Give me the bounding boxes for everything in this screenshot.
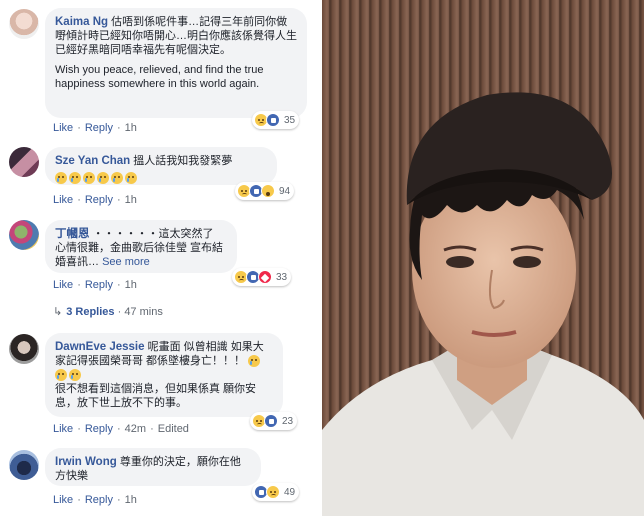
comment-time[interactable]: 42m bbox=[125, 423, 146, 435]
crying-emoji-icon bbox=[125, 171, 137, 184]
like-reaction-icon bbox=[264, 414, 278, 428]
like-button[interactable]: Like bbox=[53, 423, 73, 435]
avatar[interactable] bbox=[9, 147, 39, 177]
comment-actions: Like · Reply · 1h bbox=[53, 279, 137, 291]
crying-emoji-icon bbox=[248, 355, 261, 368]
reaction-summary[interactable]: 23 bbox=[250, 412, 298, 430]
like-button[interactable]: Like bbox=[53, 122, 73, 134]
like-reaction-icon bbox=[266, 113, 280, 127]
replies-link[interactable]: 3 Replies bbox=[66, 306, 114, 318]
reaction-count: 35 bbox=[284, 114, 296, 126]
reply-button[interactable]: Reply bbox=[85, 494, 113, 506]
see-more-link[interactable]: See more bbox=[102, 256, 150, 268]
comment-text-en: Wish you peace, relieved, and find the t… bbox=[55, 64, 264, 90]
replies-time: 47 mins bbox=[124, 306, 163, 318]
comment-actions: Like · Reply · 1h bbox=[53, 494, 137, 506]
reaction-summary[interactable]: 35 bbox=[252, 111, 300, 129]
crying-emoji-row bbox=[55, 169, 267, 187]
crying-emoji-icon bbox=[55, 171, 67, 184]
sad-reaction-icon bbox=[266, 485, 280, 499]
reaction-count: 23 bbox=[282, 415, 294, 427]
comment-list: Kaima Ng 估唔到係呢件事…記得三年前同你做嘢傾計時已經知你唔開心…明白你… bbox=[0, 0, 320, 516]
reply-button[interactable]: Reply bbox=[85, 423, 113, 435]
comment-time[interactable]: 1h bbox=[125, 279, 137, 291]
portrait-illustration bbox=[322, 0, 644, 516]
comment-text: 搵人話我知我發緊夢 bbox=[133, 155, 233, 167]
comment-bubble: Kaima Ng 估唔到係呢件事…記得三年前同你做嘢傾計時已經知你唔開心…明白你… bbox=[45, 8, 307, 118]
avatar[interactable] bbox=[9, 334, 39, 364]
comment-bubble: Sze Yan Chan 搵人話我知我發緊夢 bbox=[45, 147, 277, 185]
crying-emoji-icon bbox=[97, 171, 109, 184]
comment-time[interactable]: 1h bbox=[125, 194, 137, 206]
edited-label[interactable]: Edited bbox=[158, 423, 189, 435]
comment-bubble: DawnEve Jessie 呢畫面 似曾相識 如果大家記得張國榮哥哥 都係墜樓… bbox=[45, 333, 283, 417]
avatar[interactable] bbox=[9, 220, 39, 250]
comment-author[interactable]: 丁幗恩 bbox=[55, 228, 90, 240]
comment-time[interactable]: 1h bbox=[125, 122, 137, 134]
avatar[interactable] bbox=[9, 450, 39, 480]
like-button[interactable]: Like bbox=[53, 279, 73, 291]
comment-author[interactable]: Kaima Ng bbox=[55, 16, 108, 28]
comment-actions: Like · Reply · 42m · Edited bbox=[53, 423, 189, 435]
crying-emoji-icon bbox=[69, 171, 81, 184]
crying-emoji-icon bbox=[83, 171, 95, 184]
comment-bubble: 丁幗恩 ・・・・・・這太突然了 心情很難，金曲歌后徐佳瑩 宣布結婚喜訊… See… bbox=[45, 220, 237, 273]
comment-text-2: 很不想看到這個消息，但如果係真 願你安息，放下世上放不下的事。 bbox=[55, 383, 257, 409]
comment-author[interactable]: Irwin Wong bbox=[55, 456, 117, 468]
like-button[interactable]: Like bbox=[53, 194, 73, 206]
reply-arrow-icon: ↳ bbox=[53, 306, 63, 318]
crying-emoji-icon bbox=[69, 369, 81, 382]
view-replies[interactable]: ↳ 3 Replies · 47 mins bbox=[53, 305, 163, 318]
crying-emoji-icon bbox=[111, 171, 123, 184]
comment-bubble: Irwin Wong 尊重你的決定，願你在他方快樂 bbox=[45, 448, 261, 486]
wow-reaction-icon bbox=[261, 184, 275, 198]
reply-button[interactable]: Reply bbox=[85, 122, 113, 134]
comment-author[interactable]: DawnEve Jessie bbox=[55, 341, 145, 353]
portrait-photo bbox=[322, 0, 644, 516]
comment-actions: Like · Reply · 1h bbox=[53, 194, 137, 206]
reaction-count: 49 bbox=[284, 486, 296, 498]
comment-author[interactable]: Sze Yan Chan bbox=[55, 155, 130, 167]
reaction-summary[interactable]: 49 bbox=[252, 483, 300, 501]
love-reaction-icon bbox=[258, 270, 272, 284]
avatar[interactable] bbox=[9, 9, 39, 39]
reply-button[interactable]: Reply bbox=[85, 279, 113, 291]
crying-emoji-icon bbox=[55, 369, 67, 382]
reply-button[interactable]: Reply bbox=[85, 194, 113, 206]
like-button[interactable]: Like bbox=[53, 494, 73, 506]
reaction-count: 33 bbox=[276, 271, 288, 283]
comment-time[interactable]: 1h bbox=[125, 494, 137, 506]
reaction-summary[interactable]: 94 bbox=[235, 182, 295, 200]
comment-actions: Like · Reply · 1h bbox=[53, 122, 137, 134]
reaction-count: 94 bbox=[279, 185, 291, 197]
reaction-summary[interactable]: 33 bbox=[232, 268, 292, 286]
